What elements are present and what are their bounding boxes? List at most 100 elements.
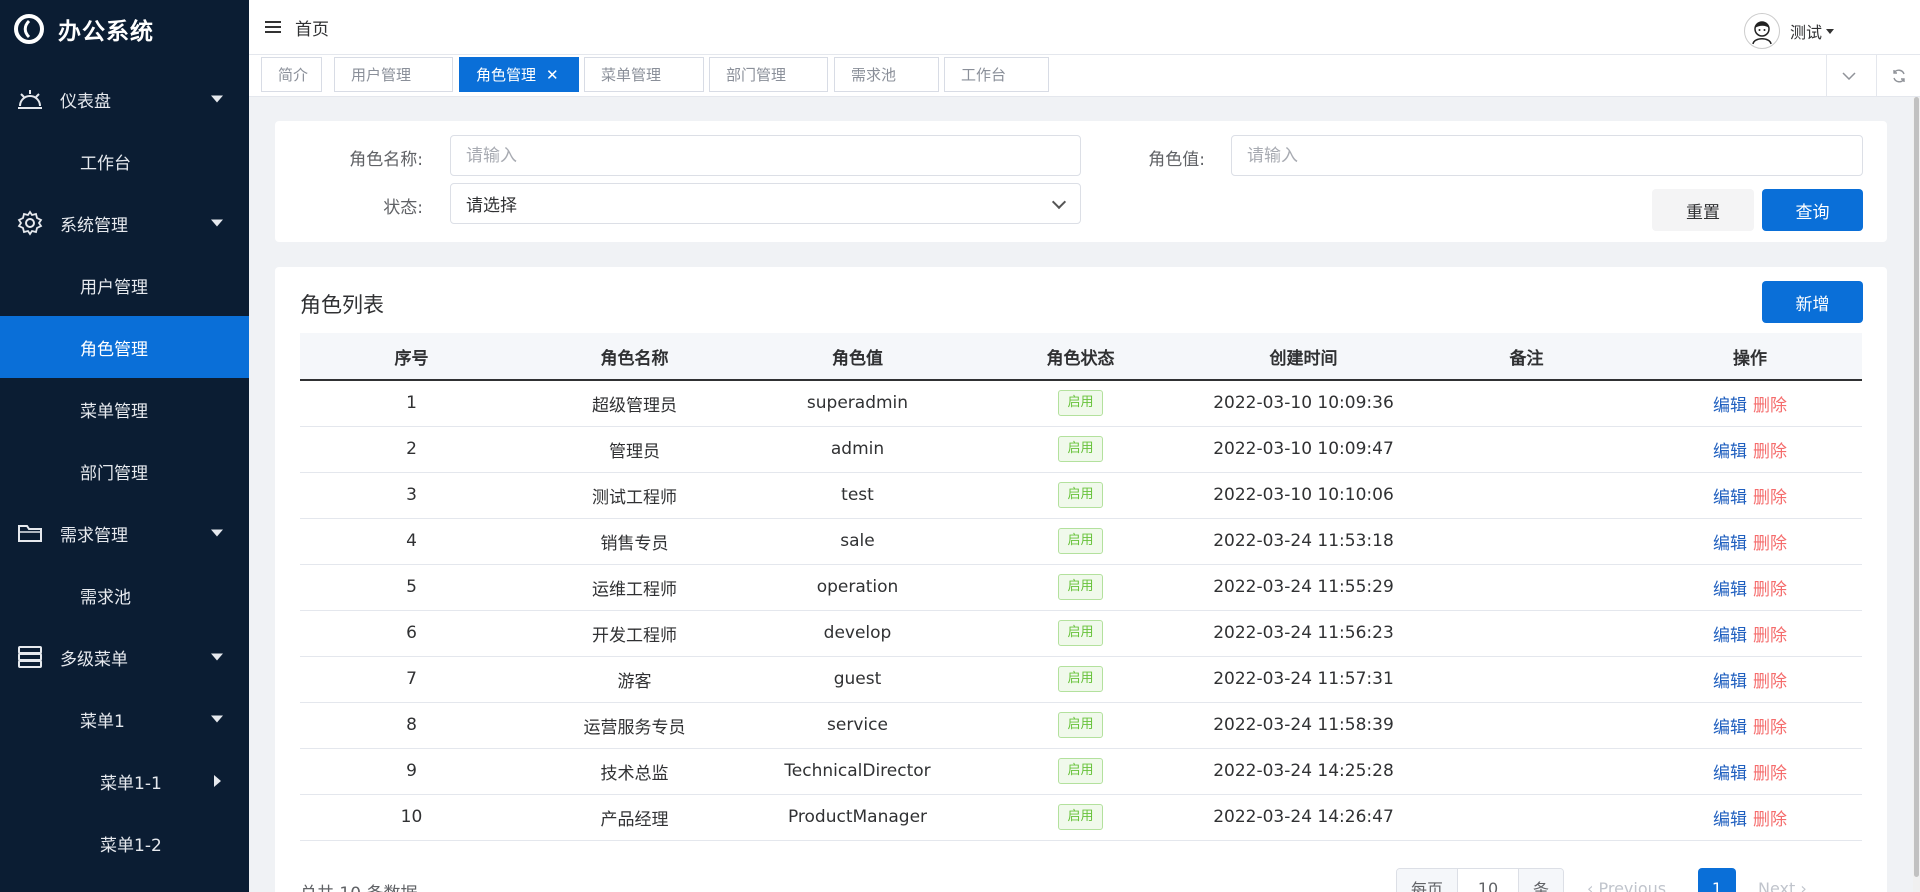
tab-requirement-pool[interactable]: 需求池 — [834, 57, 939, 92]
top-header: 首页 测试 — [249, 0, 1920, 55]
edit-link[interactable]: 编辑 — [1713, 718, 1747, 738]
sidebar-item-system[interactable]: 系统管理 — [0, 192, 249, 254]
role-list-card: 角色列表 新增 序号 角色名称 角色值 角色状态 创建时间 备注 操作 1 超级管… — [275, 267, 1887, 892]
sidebar-item-dashboard[interactable]: 仪表盘 — [0, 68, 249, 130]
page-size-selector[interactable]: 每页 10 条 — [1396, 868, 1564, 892]
table-row: 3 测试工程师 test 启用 2022-03-10 10:10:06 编辑 删除 — [300, 472, 1862, 519]
sidebar-item-requirements[interactable]: 需求管理 — [0, 502, 249, 564]
column-header[interactable]: 角色值 — [746, 333, 969, 381]
role-value-cell: sale — [746, 518, 969, 565]
tab-label: 工作台 — [961, 66, 1007, 84]
column-header[interactable]: 角色名称 — [523, 333, 746, 381]
sidebar-item-label: 多级菜单 — [60, 649, 128, 670]
hamburger-icon[interactable] — [265, 21, 281, 33]
role-value-input[interactable] — [1231, 135, 1863, 176]
sidebar-item-multilevel[interactable]: 多级菜单 — [0, 626, 249, 688]
sidebar-menu: 仪表盘 工作台 系统管理 用户管理 角色管理 菜单管理 部门管理 需求管理 需求… — [0, 68, 249, 874]
edit-link[interactable]: 编辑 — [1713, 810, 1747, 830]
delete-link[interactable]: 删除 — [1753, 718, 1787, 738]
tab-users[interactable]: 用户管理 — [334, 57, 453, 92]
delete-link[interactable]: 删除 — [1753, 442, 1787, 462]
sidebar-item-menu1-1[interactable]: 菜单1-1 — [0, 750, 249, 812]
sidebar-item-users[interactable]: 用户管理 — [0, 254, 249, 316]
sidebar-item-menus[interactable]: 菜单管理 — [0, 378, 249, 440]
delete-link[interactable]: 删除 — [1753, 488, 1787, 508]
actions-cell: 编辑 删除 — [1638, 380, 1862, 427]
next-page-button[interactable]: Next › — [1758, 879, 1807, 892]
edit-link[interactable]: 编辑 — [1713, 672, 1747, 692]
edit-link[interactable]: 编辑 — [1713, 488, 1747, 508]
status-select[interactable]: 请选择 — [450, 183, 1081, 224]
role-name-input[interactable] — [450, 135, 1081, 176]
caret-down-icon — [1826, 28, 1834, 34]
edit-link[interactable]: 编辑 — [1713, 764, 1747, 784]
table-row: 1 超级管理员 superadmin 启用 2022-03-10 10:09:36 编辑删… — [300, 380, 1862, 427]
edit-link[interactable]: 编辑 — [1713, 626, 1747, 646]
avatar[interactable] — [1743, 13, 1780, 49]
delete-link[interactable]: 删除 — [1753, 626, 1787, 646]
user-menu[interactable]: 测试 — [1743, 13, 1834, 49]
tab-intro[interactable]: 简介 — [261, 57, 322, 92]
tab-workbench[interactable]: 工作台 — [944, 57, 1049, 92]
edit-link[interactable]: 编辑 — [1713, 580, 1747, 600]
sidebar-item-roles[interactable]: 角色管理 — [0, 316, 249, 378]
caret-down-icon — [211, 653, 223, 661]
tab-roles[interactable]: 角色管理 ✕ — [459, 57, 579, 92]
column-header[interactable]: 序号 — [300, 333, 523, 381]
status-badge: 启用 — [1058, 620, 1103, 646]
table-header-row: 序号 角色名称 角色值 角色状态 创建时间 备注 操作 — [300, 333, 1862, 381]
page-size-value[interactable]: 10 — [1457, 869, 1519, 892]
role-value-cell: test — [746, 472, 969, 519]
actions-cell: 编辑 删除 — [1638, 794, 1862, 841]
status-cell: 启用 — [969, 794, 1192, 841]
edit-link[interactable]: 编辑 — [1713, 534, 1747, 554]
sidebar-item-menu1[interactable]: 菜单1 — [0, 688, 249, 750]
add-role-button[interactable]: 新增 — [1762, 281, 1863, 323]
page-scrollbar[interactable] — [1913, 97, 1920, 892]
sidebar-item-label: 角色管理 — [80, 339, 148, 360]
delete-link[interactable]: 删除 — [1753, 580, 1787, 600]
table-row: 8 运营服务专员 service 启用 2022-03-24 11:58:39 编辑 删除 — [300, 702, 1862, 749]
remark-cell — [1415, 380, 1638, 427]
created-time-cell: 2022-03-24 11:55:29 — [1192, 564, 1415, 611]
tab-departments[interactable]: 部门管理 — [709, 57, 828, 92]
column-header[interactable]: 角色状态 — [969, 333, 1192, 381]
delete-link[interactable]: 删除 — [1753, 764, 1787, 784]
edit-link[interactable]: 编辑 — [1713, 396, 1747, 416]
tabs-dropdown-icon[interactable] — [1826, 55, 1870, 96]
delete-link[interactable]: 删除 — [1753, 396, 1787, 416]
edit-link[interactable]: 编辑 — [1713, 442, 1747, 462]
breadcrumb[interactable]: 首页 — [295, 15, 329, 40]
close-icon[interactable]: ✕ — [546, 66, 559, 84]
sidebar-item-menu1-2[interactable]: 菜单1-2 — [0, 812, 249, 874]
scrollbar-thumb[interactable] — [1914, 97, 1919, 877]
tab-label: 用户管理 — [351, 66, 412, 84]
refresh-icon[interactable] — [1876, 55, 1920, 96]
role-value-cell: develop — [746, 610, 969, 657]
page-number-button[interactable]: 1 — [1698, 868, 1736, 892]
query-button[interactable]: 查询 — [1762, 189, 1863, 231]
sidebar-item-label: 仪表盘 — [60, 91, 111, 112]
column-header[interactable]: 创建时间 — [1192, 333, 1415, 381]
sidebar-item-requirement-pool[interactable]: 需求池 — [0, 564, 249, 626]
role-name-cell: 管理员 — [523, 426, 746, 473]
sidebar-item-departments[interactable]: 部门管理 — [0, 440, 249, 502]
previous-page-button[interactable]: ‹ Previous — [1587, 879, 1666, 892]
role-value-cell: TechnicalDirector — [746, 748, 969, 795]
column-header[interactable]: 备注 — [1415, 333, 1638, 381]
sidebar-item-label: 需求池 — [80, 587, 131, 608]
delete-link[interactable]: 删除 — [1753, 534, 1787, 554]
role-value-cell: ProductManager — [746, 794, 969, 841]
sidebar-item-label: 菜单1-1 — [100, 773, 162, 794]
column-header[interactable]: 操作 — [1638, 333, 1862, 381]
sidebar-item-label: 菜单1-2 — [100, 835, 162, 856]
reset-button[interactable]: 重置 — [1652, 189, 1754, 231]
delete-link[interactable]: 删除 — [1753, 672, 1787, 692]
created-time-cell: 2022-03-24 14:26:47 — [1192, 794, 1415, 841]
table-row: 7 游客 guest 启用 2022-03-24 11:57:31 编辑 删除 — [300, 656, 1862, 703]
delete-link[interactable]: 删除 — [1753, 810, 1787, 830]
sidebar-item-workbench[interactable]: 工作台 — [0, 130, 249, 192]
list-title: 角色列表 — [300, 293, 384, 317]
logo[interactable]: 办公系统 — [0, 0, 249, 58]
tab-menus[interactable]: 菜单管理 — [584, 57, 704, 92]
